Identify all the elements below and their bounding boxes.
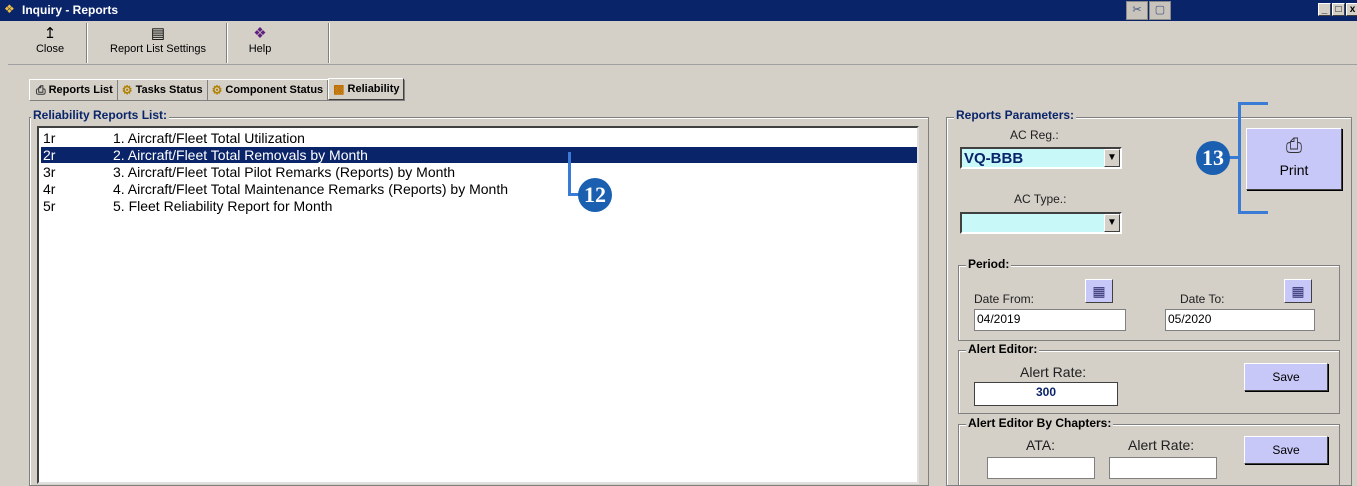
close-label: Close xyxy=(35,43,65,55)
tab-label: Reports List xyxy=(48,84,113,96)
callout-badge: 12 xyxy=(578,178,612,212)
ac-type-label: AC Type.: xyxy=(1014,192,1067,206)
window-icon[interactable]: ▢ xyxy=(1149,1,1171,20)
save-button[interactable]: Save xyxy=(1244,363,1328,391)
list-item[interactable]: 3r 3. Aircraft/Fleet Total Pilot Remarks… xyxy=(41,164,917,180)
toolbar: ↥ Close ▤ Report List Settings ❖ Help xyxy=(8,21,1357,65)
report-code: 3r xyxy=(43,164,56,180)
printer-icon: ⎙ xyxy=(36,82,46,97)
report-code: 4r xyxy=(43,181,56,197)
maximize-button[interactable]: □ xyxy=(1332,3,1345,16)
alert-editor-label: Alert Editor: xyxy=(966,342,1040,356)
chapter-alert-rate-label: Alert Rate: xyxy=(1128,437,1195,453)
tab-label: Tasks Status xyxy=(135,84,203,96)
report-list-settings-label: Report List Settings xyxy=(110,43,206,55)
calendar-icon[interactable]: ▦ xyxy=(1085,279,1113,303)
report-name: 2. Aircraft/Fleet Total Removals by Mont… xyxy=(113,147,368,163)
tab-reliability[interactable]: ▩ Reliability xyxy=(328,78,405,100)
component-icon: ⚙ xyxy=(211,83,223,97)
date-from-input[interactable]: 04/2019 xyxy=(974,309,1126,331)
date-from-label: Date From: xyxy=(974,292,1035,306)
reports-parameters-label: Reports Parameters: xyxy=(954,108,1077,122)
callout-bracket xyxy=(1238,102,1268,105)
list-item-selected[interactable]: 2r 2. Aircraft/Fleet Total Removals by M… xyxy=(41,147,917,163)
report-name: 3. Aircraft/Fleet Total Pilot Remarks (R… xyxy=(113,164,456,180)
chevron-down-icon[interactable]: ▼ xyxy=(1104,214,1120,232)
title-bar: ❖ Inquiry - Reports ✂ ▢ _ □ x xyxy=(0,0,1357,21)
close-window-button[interactable]: x xyxy=(1346,3,1357,16)
report-code: 2r xyxy=(43,147,56,163)
alert-by-chapters-label: Alert Editor By Chapters: xyxy=(966,416,1114,430)
close-button[interactable]: ↥ Close xyxy=(28,25,72,63)
callout-bracket xyxy=(568,152,571,196)
tools-icon[interactable]: ✂ xyxy=(1126,1,1148,20)
bar-chart-icon: ▩ xyxy=(333,82,345,96)
ata-label: ATA: xyxy=(1026,437,1056,453)
alert-rate-input[interactable]: 300 xyxy=(974,382,1118,406)
date-to-input[interactable]: 05/2020 xyxy=(1165,309,1315,331)
report-name: 5. Fleet Reliability Report for Month xyxy=(113,198,333,214)
minimize-button[interactable]: _ xyxy=(1318,3,1331,16)
report-code: 1r xyxy=(43,130,56,146)
toolbar-separator xyxy=(328,23,330,63)
ac-reg-label: AC Reg.: xyxy=(1010,128,1059,142)
printer-icon: ⎙ xyxy=(1286,135,1302,157)
tasks-icon: ⚙ xyxy=(121,83,133,97)
reports-listbox[interactable]: 1r 1. Aircraft/Fleet Total Utilization 2… xyxy=(37,126,919,484)
chapter-save-button[interactable]: Save xyxy=(1244,436,1328,464)
ac-reg-value: VQ-BBB xyxy=(964,150,1024,167)
report-code: 5r xyxy=(43,198,56,214)
tab-label: Component Status xyxy=(225,84,324,96)
callout-bracket xyxy=(1238,211,1268,214)
bolt-icon: ❖ xyxy=(4,2,15,16)
list-item[interactable]: 1r 1. Aircraft/Fleet Total Utilization xyxy=(41,130,917,146)
tab-tasks-status[interactable]: ⚙ Tasks Status xyxy=(118,80,208,100)
alert-rate-label: Alert Rate: xyxy=(1020,364,1087,380)
tab-strip: ⎙ Reports List ⚙ Tasks Status ⚙ Componen… xyxy=(29,78,406,101)
tab-label: Reliability xyxy=(347,83,400,95)
report-list-settings-button[interactable]: ▤ Report List Settings xyxy=(92,25,224,63)
ac-reg-combo[interactable]: VQ-BBB ▼ xyxy=(960,147,1122,169)
window-title: Inquiry - Reports xyxy=(22,3,119,17)
help-label: Help xyxy=(248,43,272,55)
list-item[interactable]: 4r 4. Aircraft/Fleet Total Maintenance R… xyxy=(41,181,917,197)
reports-list-group-label: Reliability Reports List: xyxy=(31,108,170,122)
tab-reports-list[interactable]: ⎙ Reports List xyxy=(32,80,118,100)
toolbar-separator xyxy=(226,23,228,63)
date-to-label: Date To: xyxy=(1180,292,1225,306)
chevron-down-icon[interactable]: ▼ xyxy=(1104,149,1120,167)
callout-badge: 13 xyxy=(1196,141,1230,175)
period-label: Period: xyxy=(966,257,1012,271)
ata-input[interactable] xyxy=(987,457,1095,479)
tab-component-status[interactable]: ⚙ Component Status xyxy=(208,80,329,100)
help-book-icon: ❖ xyxy=(253,25,267,42)
report-name: 1. Aircraft/Fleet Total Utilization xyxy=(113,130,305,146)
ac-type-combo[interactable]: ▼ xyxy=(960,212,1122,234)
calendar-icon[interactable]: ▦ xyxy=(1284,279,1312,303)
report-name: 4. Aircraft/Fleet Total Maintenance Rema… xyxy=(113,181,509,197)
print-label: Print xyxy=(1279,162,1309,178)
chapter-alert-rate-input[interactable] xyxy=(1109,457,1217,479)
help-button[interactable]: ❖ Help xyxy=(240,25,280,63)
toolbar-separator xyxy=(86,23,88,63)
list-settings-icon: ▤ xyxy=(150,25,166,42)
list-item[interactable]: 5r 5. Fleet Reliability Report for Month xyxy=(41,198,917,214)
print-button[interactable]: ⎙ Print xyxy=(1246,128,1342,190)
door-exit-icon: ↥ xyxy=(43,25,57,42)
